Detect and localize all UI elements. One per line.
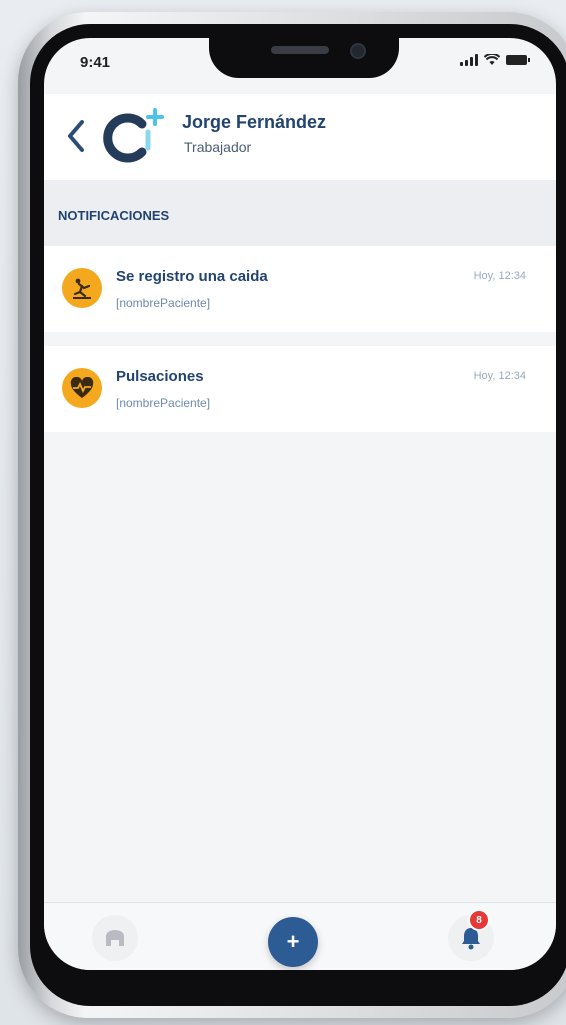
status-time: 9:41 — [80, 54, 111, 71]
status-icons — [460, 54, 530, 66]
heart-pulse-icon — [62, 368, 102, 408]
user-name: Jorge Fernández — [182, 112, 327, 132]
front-camera — [350, 43, 366, 59]
wifi-icon — [484, 54, 500, 65]
phone-notch — [209, 38, 399, 78]
section-header: NOTIFICACIONES — [44, 180, 556, 246]
bottom-navigation: + 8 — [44, 902, 556, 970]
nav-notifications-button[interactable]: 8 — [448, 909, 494, 961]
notification-subtitle: [nombrePaciente] — [116, 296, 211, 310]
section-title: NOTIFICACIONES — [58, 208, 170, 223]
home-icon — [106, 930, 124, 946]
notification-title: Se registro una caida — [116, 268, 268, 285]
plus-icon: + — [286, 929, 300, 954]
notification-badge: 8 — [468, 909, 490, 931]
notification-item[interactable]: Se registro una caida [nombrePaciente] H… — [44, 246, 556, 332]
battery-icon — [506, 55, 530, 65]
add-button[interactable]: + — [268, 917, 318, 967]
back-chevron-icon[interactable] — [62, 114, 92, 158]
app-logo — [103, 108, 164, 163]
notification-title: Pulsaciones — [116, 368, 204, 385]
user-role: Trabajador — [184, 139, 252, 155]
signal-icon — [460, 54, 478, 66]
speaker-grille — [271, 46, 329, 54]
app-screen: 9:41 Jorge Fernández Trabajador NOTIFICA… — [44, 38, 556, 970]
notification-subtitle: [nombrePaciente] — [116, 396, 211, 410]
app-header: Jorge Fernández Trabajador — [44, 94, 556, 180]
fall-icon — [62, 268, 102, 308]
notification-time: Hoy, 12:34 — [473, 370, 526, 382]
notification-time: Hoy, 12:34 — [473, 270, 526, 282]
nav-home-button[interactable] — [92, 915, 138, 961]
notification-item[interactable]: Pulsaciones [nombrePaciente] Hoy, 12:34 — [44, 346, 556, 432]
